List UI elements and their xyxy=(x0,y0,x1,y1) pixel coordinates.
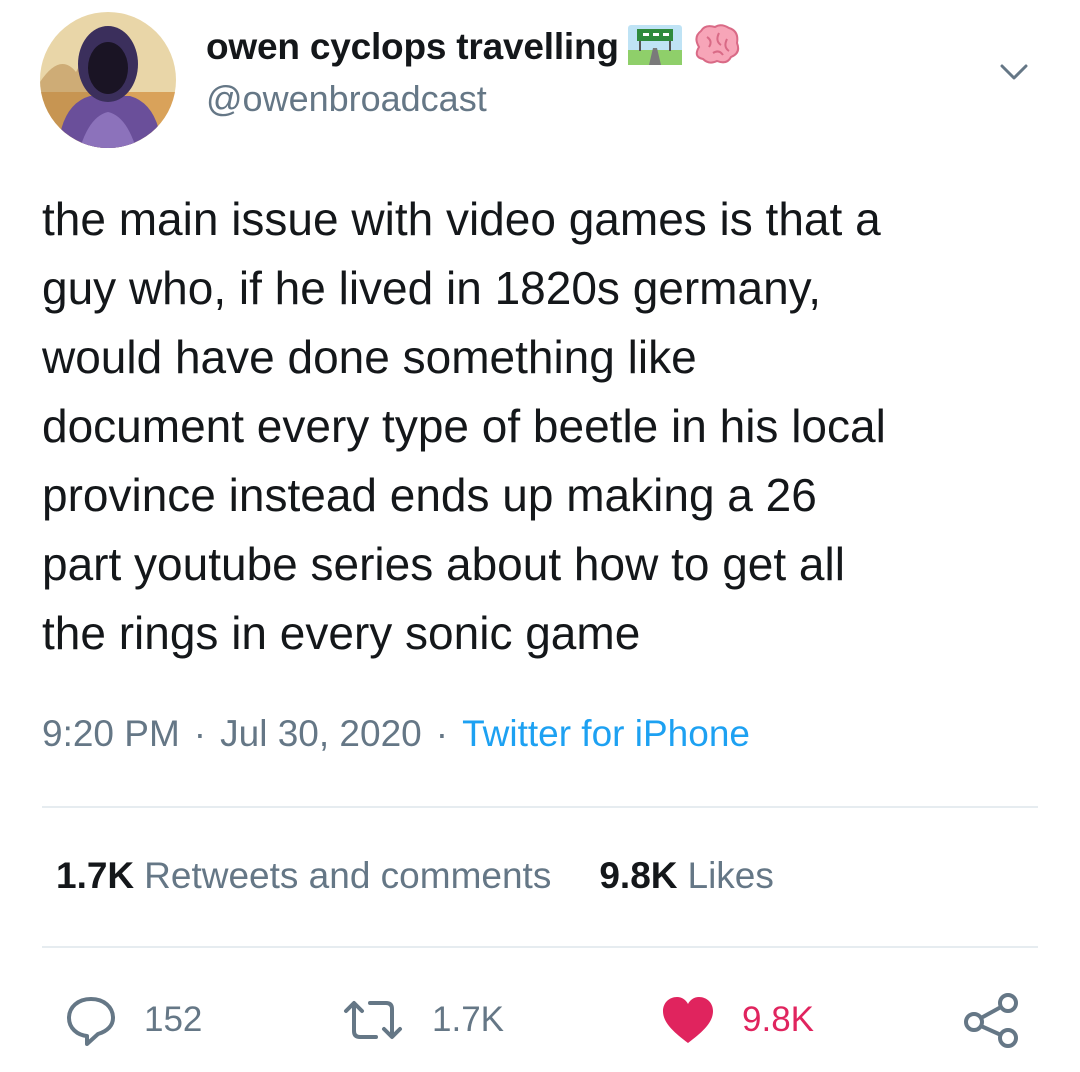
like-count: 9.8K xyxy=(742,1000,814,1039)
retweets-label: Retweets and comments xyxy=(144,855,552,896)
divider xyxy=(42,806,1038,808)
tweet-header: owen cyclops travelling @owenbroadcast xyxy=(40,10,1040,150)
reply-count: 152 xyxy=(144,1000,203,1039)
brain-icon xyxy=(691,23,741,72)
tweet-text: the main issue with video games is that … xyxy=(42,193,886,659)
tweet-date[interactable]: Jul 30, 2020 xyxy=(220,713,422,755)
action-bar: 152 1.7K 9.8K xyxy=(0,988,1080,1052)
meta-separator: · xyxy=(435,713,449,754)
retweet-count: 1.7K xyxy=(432,1000,504,1039)
tweet-stats: 1.7K Retweets and comments 9.8K Likes xyxy=(56,848,774,904)
likes-count: 9.8K xyxy=(599,855,678,896)
retweets-count: 1.7K xyxy=(56,855,135,896)
user-handle[interactable]: @owenbroadcast xyxy=(206,78,741,120)
tweet-time[interactable]: 9:20 PM xyxy=(42,713,180,755)
tweet-meta: 9:20 PM · Jul 30, 2020 · Twitter for iPh… xyxy=(42,708,750,760)
retweet-button[interactable]: 1.7K xyxy=(340,988,504,1052)
retweet-icon xyxy=(340,993,406,1047)
divider xyxy=(42,946,1038,948)
display-name[interactable]: owen cyclops travelling xyxy=(206,26,619,68)
heart-icon xyxy=(660,994,716,1046)
like-button[interactable]: 9.8K xyxy=(660,988,814,1052)
reply-icon xyxy=(64,993,118,1047)
avatar[interactable] xyxy=(40,12,176,148)
meta-separator: · xyxy=(193,713,207,754)
tweet-source-link[interactable]: Twitter for iPhone xyxy=(462,713,750,755)
share-icon xyxy=(962,992,1022,1048)
chevron-down-icon[interactable] xyxy=(996,54,1032,90)
retweets-stat[interactable]: 1.7K Retweets and comments xyxy=(56,855,551,897)
highway-sign-icon xyxy=(627,24,683,71)
avatar-image xyxy=(40,12,176,148)
share-button[interactable] xyxy=(962,988,1022,1052)
reply-button[interactable]: 152 xyxy=(64,988,202,1052)
likes-stat[interactable]: 9.8K Likes xyxy=(599,855,774,897)
likes-label: Likes xyxy=(687,855,774,896)
